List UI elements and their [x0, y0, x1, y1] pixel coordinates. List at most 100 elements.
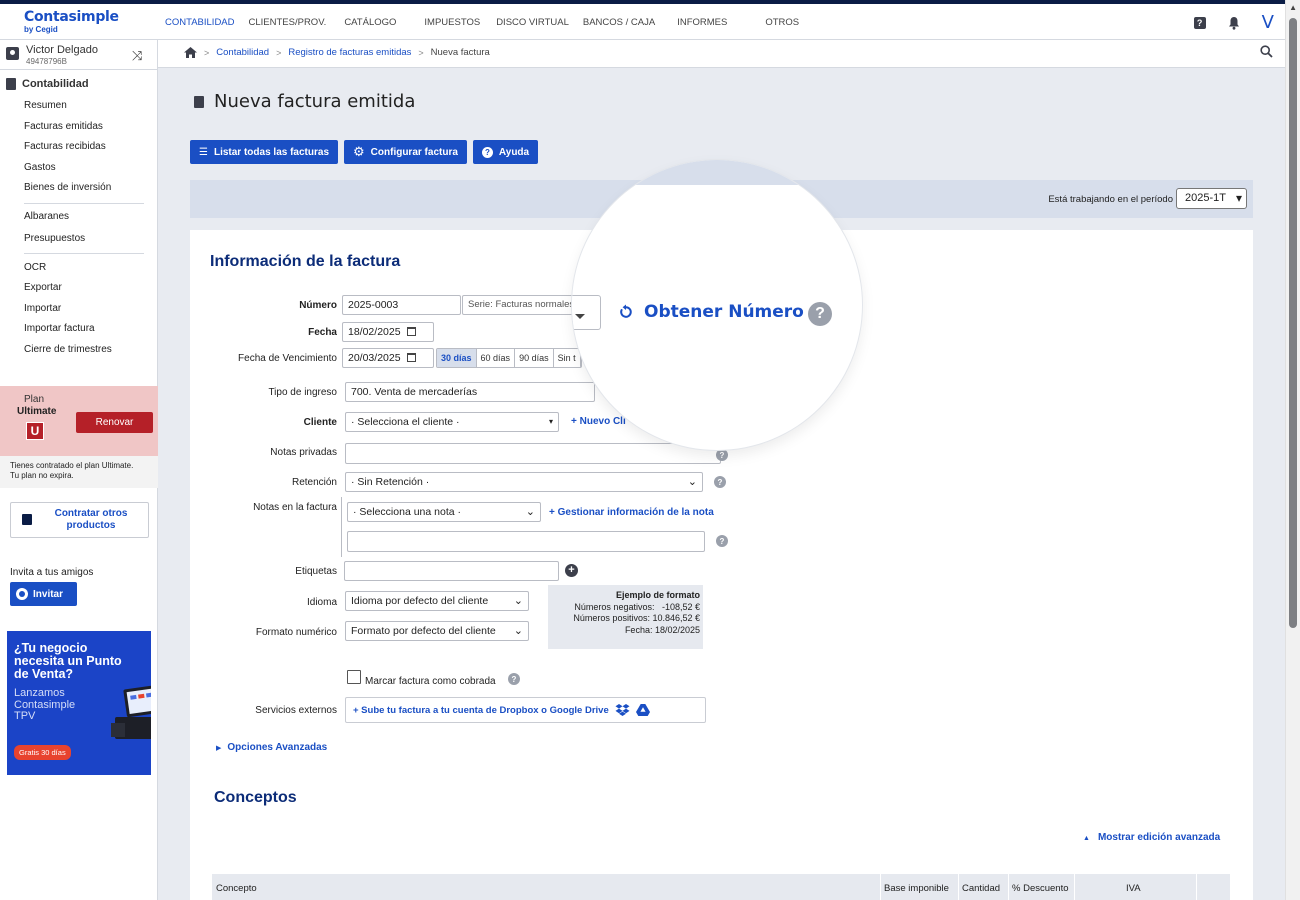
promo-sub-line: TPV — [14, 710, 36, 722]
breadcrumb-contabilidad[interactable]: Contabilidad — [216, 47, 269, 58]
preset-sin-vencimiento[interactable]: Sin t — [554, 349, 581, 367]
upload-cloud-button[interactable]: + Sube tu factura a tu cuenta de Dropbox… — [345, 697, 706, 723]
help-icon[interactable]: ? — [1193, 16, 1206, 29]
sidebar-item-facturas-recibidas[interactable]: Facturas recibidas — [24, 141, 106, 152]
notas-factura-value: · Selecciona una nota · — [353, 506, 461, 518]
col-cantidad: Cantidad — [962, 883, 1001, 894]
topnav-catalogo[interactable]: CATÁLOGO — [337, 17, 403, 28]
obtener-numero-label: Obtener Número — [644, 302, 804, 322]
topnav-disco-virtual[interactable]: DISCO VIRTUAL — [489, 17, 576, 28]
plan-info-line1: Tienes contratado el plan Ultimate. — [10, 461, 134, 470]
cobrada-checkbox[interactable] — [347, 670, 361, 684]
help-button[interactable]: ? Ayuda — [472, 140, 539, 164]
user-card-icon — [6, 47, 19, 60]
etiquetas-label: Etiquetas — [295, 566, 337, 577]
gestionar-nota-link[interactable]: + Gestionar información de la nota — [549, 507, 714, 518]
contract-products-button[interactable]: Contratar otros productos — [10, 502, 149, 538]
help-icon[interactable]: ? — [716, 535, 728, 547]
nuevo-cliente-link[interactable]: + Nuevo Cli — [571, 416, 626, 427]
configure-invoice-button[interactable]: ⚙ Configurar factura — [344, 140, 467, 164]
topnav-informes[interactable]: INFORMES — [670, 17, 734, 28]
invite-button-label: Invitar — [33, 588, 64, 600]
sidebar-item-ocr[interactable]: OCR — [24, 262, 46, 273]
notas-privadas-textarea[interactable] — [345, 443, 721, 464]
invite-button[interactable]: Invitar — [10, 582, 77, 606]
calendar-icon[interactable] — [406, 353, 416, 362]
retencion-label: Retención — [291, 477, 337, 488]
topnav-contabilidad[interactable]: CONTABILIDAD — [158, 17, 242, 28]
page-title-text: Nueva factura emitida — [214, 91, 416, 112]
sidebar-item-facturas-emitidas[interactable]: Facturas emitidas — [24, 121, 103, 132]
period-label: Está trabajando en el período — [1048, 194, 1173, 205]
tpv-promo-banner[interactable]: ¿Tu negocio necesita un Punto de Venta? … — [7, 631, 151, 775]
user-row[interactable]: Victor Delgado 49478796B ⤨ — [0, 40, 158, 70]
sidebar-item-gastos[interactable]: Gastos — [24, 162, 56, 173]
obtener-numero-button[interactable]: Obtener Número — [618, 302, 804, 322]
topnav-impuestos[interactable]: IMPUESTOS — [417, 17, 487, 28]
sidebar-divider — [24, 253, 144, 254]
etiquetas-input[interactable] — [344, 561, 559, 581]
topnav-otros[interactable]: OTROS — [758, 17, 806, 28]
format-example-date: Fecha: 18/02/2025 — [624, 624, 700, 635]
cliente-select[interactable]: · Selecciona el cliente · ▾ — [345, 412, 559, 432]
shopping-bag-icon — [22, 514, 32, 525]
mostrar-edicion-avanzada-link[interactable]: ▲ Mostrar edición avanzada — [1083, 832, 1220, 843]
help-icon[interactable]: ? — [714, 476, 726, 488]
scrollbar-thumb[interactable] — [1289, 18, 1297, 628]
numero-input[interactable]: 2025-0003 — [342, 295, 461, 315]
breadcrumb-registro-facturas[interactable]: Registro de facturas emitidas — [288, 47, 411, 58]
pos-terminal-icon — [111, 684, 151, 739]
page-scrollbar[interactable]: ▲ — [1285, 0, 1300, 900]
help-icon[interactable]: ? — [716, 449, 728, 461]
chevron-down-icon: ⌄ — [513, 595, 523, 607]
sidebar-item-bienes-inversion[interactable]: Bienes de inversión — [24, 182, 111, 193]
formato-select[interactable]: Formato por defecto del cliente ⌄ — [345, 621, 529, 641]
sidebar-item-albaranes[interactable]: Albaranes — [24, 211, 69, 222]
fecha-input[interactable]: 18/02/2025 — [342, 322, 434, 342]
bell-icon[interactable] — [1228, 16, 1240, 30]
period-select[interactable]: 2025-1T — [1176, 188, 1247, 209]
preset-60-dias[interactable]: 60 días — [477, 349, 516, 367]
renew-button[interactable]: Renovar — [76, 412, 153, 433]
brand-sub: by Cegid — [24, 25, 58, 34]
chevron-down-icon: ⌄ — [525, 506, 535, 518]
topnav-clientes[interactable]: CLIENTES/PROV. — [242, 17, 334, 28]
brand-logo[interactable]: Contasimple by Cegid — [24, 10, 124, 35]
sidebar-item-resumen[interactable]: Resumen — [24, 100, 67, 111]
servicios-label: Servicios externos — [255, 705, 337, 716]
idioma-select[interactable]: Idioma por defecto del cliente ⌄ — [345, 591, 529, 611]
retencion-select[interactable]: · Sin Retención · ⌄ — [345, 472, 703, 492]
serie-select[interactable]: Serie: Facturas normales — [462, 295, 580, 315]
preset-30-dias[interactable]: 30 días — [437, 349, 477, 367]
help-icon[interactable]: ? — [808, 302, 832, 326]
scroll-up-icon[interactable]: ▲ — [1289, 3, 1297, 12]
sidebar-item-exportar[interactable]: Exportar — [24, 282, 62, 293]
formato-value: Formato por defecto del cliente — [351, 625, 496, 637]
serie-dropdown-toggle[interactable] — [572, 295, 601, 330]
notas-factura-rule — [341, 497, 342, 557]
preset-90-dias[interactable]: 90 días — [515, 349, 554, 367]
vencimiento-value: 20/03/2025 — [348, 352, 401, 364]
calendar-icon[interactable] — [406, 327, 416, 336]
sidebar-item-importar[interactable]: Importar — [24, 303, 61, 314]
home-icon[interactable] — [184, 47, 197, 58]
plan-badge: U — [26, 422, 44, 440]
sidebar-item-presupuestos[interactable]: Presupuestos — [24, 233, 85, 244]
notas-factura-select[interactable]: · Selecciona una nota · ⌄ — [347, 502, 541, 522]
opciones-avanzadas-toggle[interactable]: ▶ Opciones Avanzadas — [216, 742, 327, 753]
invite-label: Invita a tus amigos — [10, 567, 94, 578]
add-tag-icon[interactable]: + — [565, 564, 578, 577]
vencimiento-input[interactable]: 20/03/2025 — [342, 348, 434, 368]
help-icon[interactable]: ? — [508, 673, 520, 685]
tipo-ingreso-select[interactable]: 700. Venta de mercaderías — [345, 382, 595, 402]
sidebar-item-importar-factura[interactable]: Importar factura — [24, 323, 95, 334]
nota-textarea[interactable] — [347, 531, 705, 552]
user-menu-icon[interactable]: V — [1262, 12, 1274, 33]
promo-trial-button[interactable]: Gratis 30 días — [14, 745, 71, 760]
search-icon[interactable] — [1260, 45, 1273, 58]
sidebar-item-cierre-trimestres[interactable]: Cierre de trimestres — [24, 344, 112, 355]
switch-user-icon[interactable]: ⤨ — [132, 48, 142, 64]
sidebar-divider — [24, 203, 144, 204]
list-invoices-button[interactable]: ☰ Listar todas las facturas — [190, 140, 339, 164]
topnav-bancos-caja[interactable]: BANCOS / CAJA — [576, 17, 662, 28]
